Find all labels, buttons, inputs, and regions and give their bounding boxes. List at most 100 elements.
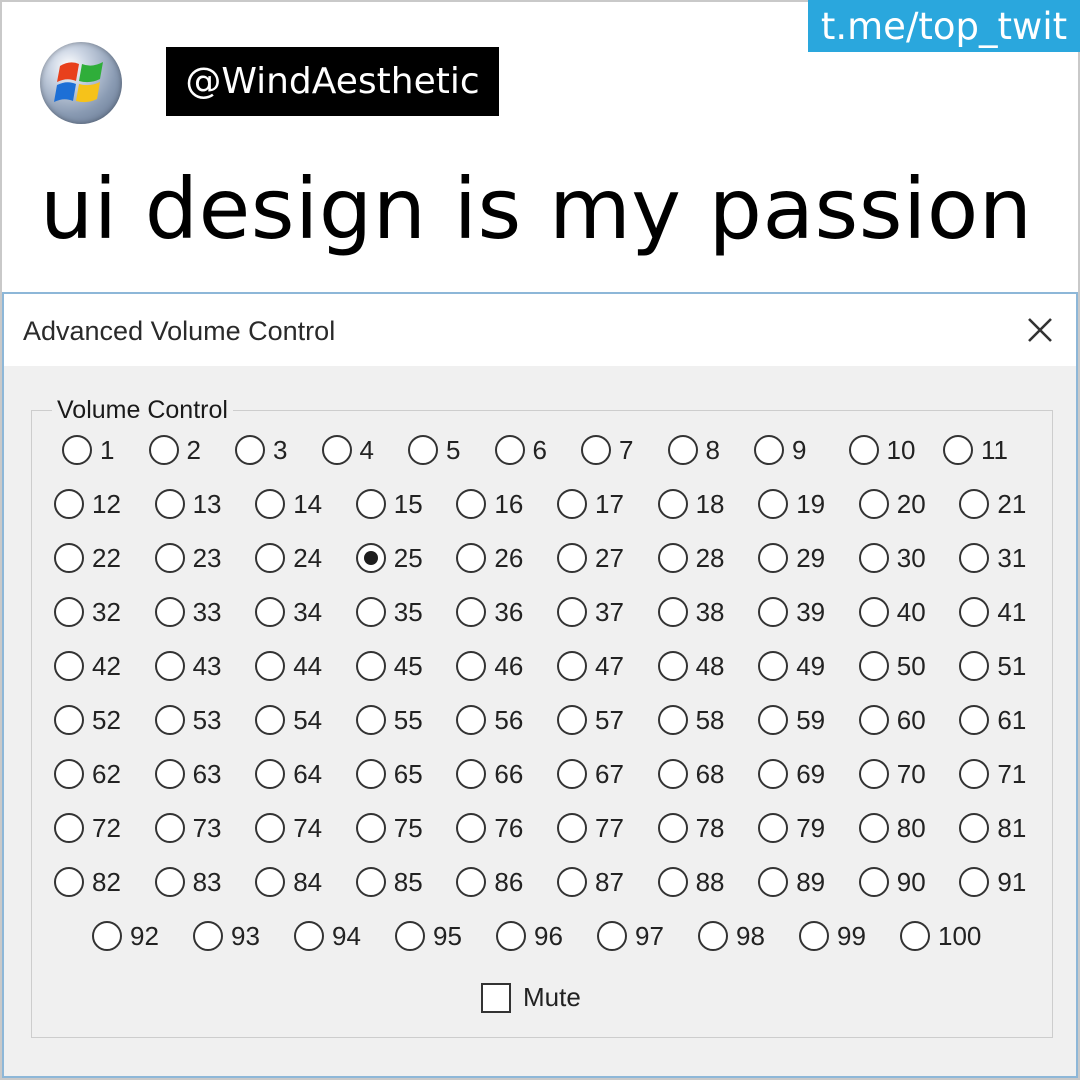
radio-circle[interactable] — [959, 813, 990, 843]
volume-option-39[interactable]: 39 — [758, 594, 825, 630]
volume-option-76[interactable]: 76 — [456, 810, 523, 846]
volume-option-29[interactable]: 29 — [758, 540, 825, 576]
volume-option-87[interactable]: 87 — [557, 864, 624, 900]
radio-circle[interactable] — [657, 489, 688, 519]
radio-circle[interactable] — [255, 651, 286, 681]
volume-option-41[interactable]: 41 — [959, 594, 1026, 630]
volume-option-14[interactable]: 14 — [255, 486, 322, 522]
radio-circle[interactable] — [657, 813, 688, 843]
volume-option-62[interactable]: 62 — [54, 756, 121, 792]
volume-option-86[interactable]: 86 — [456, 864, 523, 900]
volume-option-83[interactable]: 83 — [154, 864, 222, 900]
checkbox-box[interactable] — [481, 982, 511, 1013]
volume-option-58[interactable]: 58 — [657, 702, 725, 738]
radio-circle[interactable] — [92, 921, 122, 951]
volume-option-44[interactable]: 44 — [255, 648, 322, 684]
volume-option-55[interactable]: 55 — [355, 702, 423, 738]
volume-option-97[interactable]: 97 — [597, 918, 664, 954]
volume-option-81[interactable]: 81 — [959, 810, 1026, 846]
volume-option-40[interactable]: 40 — [858, 594, 926, 630]
volume-option-49[interactable]: 49 — [758, 648, 825, 684]
volume-option-11[interactable]: 11 — [943, 432, 1008, 468]
volume-option-56[interactable]: 56 — [456, 702, 523, 738]
radio-circle[interactable] — [959, 543, 990, 573]
volume-option-60[interactable]: 60 — [858, 702, 926, 738]
radio-circle[interactable] — [255, 489, 286, 519]
radio-circle[interactable] — [858, 651, 889, 681]
radio-circle[interactable] — [456, 489, 487, 519]
volume-option-57[interactable]: 57 — [557, 702, 624, 738]
radio-circle[interactable] — [255, 759, 286, 789]
volume-option-72[interactable]: 72 — [54, 810, 121, 846]
volume-option-38[interactable]: 38 — [657, 594, 725, 630]
volume-option-73[interactable]: 73 — [154, 810, 222, 846]
radio-circle[interactable] — [54, 705, 84, 735]
radio-circle[interactable] — [758, 759, 789, 789]
volume-option-85[interactable]: 85 — [355, 864, 423, 900]
radio-circle[interactable] — [255, 597, 286, 627]
radio-circle[interactable] — [456, 597, 487, 627]
volume-option-66[interactable]: 66 — [456, 756, 523, 792]
radio-circle[interactable] — [858, 813, 889, 843]
radio-circle[interactable] — [395, 921, 425, 951]
volume-option-100[interactable]: 100 — [900, 918, 981, 954]
radio-circle[interactable] — [255, 813, 286, 843]
radio-circle[interactable] — [154, 759, 185, 789]
radio-circle[interactable] — [698, 921, 728, 951]
volume-option-65[interactable]: 65 — [355, 756, 423, 792]
radio-circle[interactable] — [657, 651, 688, 681]
volume-option-59[interactable]: 59 — [758, 702, 825, 738]
radio-circle[interactable] — [235, 435, 265, 465]
volume-option-53[interactable]: 53 — [154, 702, 222, 738]
volume-option-63[interactable]: 63 — [154, 756, 222, 792]
radio-circle[interactable] — [355, 489, 386, 519]
volume-option-3[interactable]: 3 — [235, 432, 287, 468]
dialog-titlebar[interactable]: Advanced Volume Control — [4, 294, 1076, 366]
radio-circle[interactable] — [355, 867, 386, 897]
radio-circle[interactable] — [255, 705, 286, 735]
volume-option-67[interactable]: 67 — [557, 756, 624, 792]
volume-option-9[interactable]: 9 — [754, 432, 806, 468]
radio-circle[interactable] — [900, 921, 930, 951]
radio-circle[interactable] — [758, 813, 789, 843]
volume-option-71[interactable]: 71 — [959, 756, 1026, 792]
radio-circle[interactable] — [355, 705, 386, 735]
radio-circle[interactable] — [456, 543, 487, 573]
volume-option-7[interactable]: 7 — [581, 432, 633, 468]
radio-circle[interactable] — [154, 867, 185, 897]
volume-option-82[interactable]: 82 — [54, 864, 121, 900]
radio-circle[interactable] — [758, 543, 789, 573]
radio-circle[interactable] — [355, 759, 386, 789]
radio-circle[interactable] — [408, 435, 438, 465]
volume-option-74[interactable]: 74 — [255, 810, 322, 846]
radio-circle[interactable] — [858, 597, 889, 627]
volume-option-31[interactable]: 31 — [959, 540, 1026, 576]
volume-option-93[interactable]: 93 — [193, 918, 260, 954]
radio-circle[interactable] — [758, 705, 789, 735]
radio-circle[interactable] — [557, 489, 587, 519]
radio-circle[interactable] — [255, 867, 286, 897]
volume-option-47[interactable]: 47 — [557, 648, 624, 684]
radio-circle[interactable] — [667, 435, 698, 465]
radio-circle[interactable] — [255, 543, 286, 573]
radio-circle[interactable] — [154, 813, 185, 843]
radio-circle[interactable] — [858, 489, 889, 519]
volume-option-95[interactable]: 95 — [395, 918, 462, 954]
volume-option-46[interactable]: 46 — [456, 648, 523, 684]
radio-circle[interactable] — [355, 813, 386, 843]
radio-circle[interactable] — [557, 543, 587, 573]
volume-option-68[interactable]: 68 — [657, 756, 725, 792]
radio-circle[interactable] — [154, 597, 185, 627]
volume-option-12[interactable]: 12 — [54, 486, 121, 522]
radio-circle[interactable] — [62, 435, 92, 465]
radio-circle[interactable] — [496, 921, 526, 951]
radio-circle[interactable] — [54, 651, 84, 681]
radio-circle[interactable] — [959, 651, 990, 681]
volume-option-33[interactable]: 33 — [154, 594, 222, 630]
radio-circle[interactable] — [959, 597, 990, 627]
volume-option-54[interactable]: 54 — [255, 702, 322, 738]
volume-option-34[interactable]: 34 — [255, 594, 322, 630]
radio-circle[interactable] — [355, 651, 386, 681]
volume-option-30[interactable]: 30 — [858, 540, 926, 576]
radio-circle[interactable] — [657, 759, 688, 789]
